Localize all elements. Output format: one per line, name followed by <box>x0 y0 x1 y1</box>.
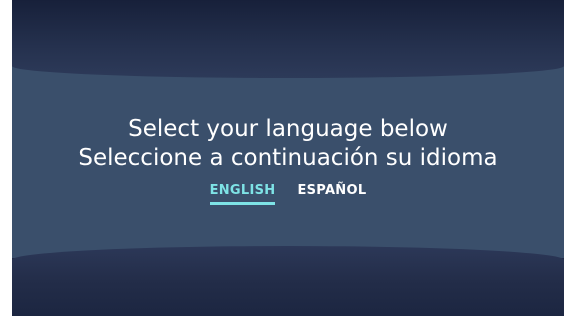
language-select-screen: Select your language below Seleccione a … <box>12 0 564 316</box>
prompt-spanish: Seleccione a continuación su idioma <box>78 145 498 171</box>
bottom-band <box>12 246 564 316</box>
prompt-english: Select your language below <box>128 116 448 142</box>
language-options: ENGLISH ESPAÑOL <box>12 183 564 205</box>
language-prompt: Select your language below Seleccione a … <box>12 115 564 205</box>
language-option-espanol[interactable]: ESPAÑOL <box>297 183 366 205</box>
language-option-english[interactable]: ENGLISH <box>209 183 276 205</box>
top-band <box>12 0 564 78</box>
